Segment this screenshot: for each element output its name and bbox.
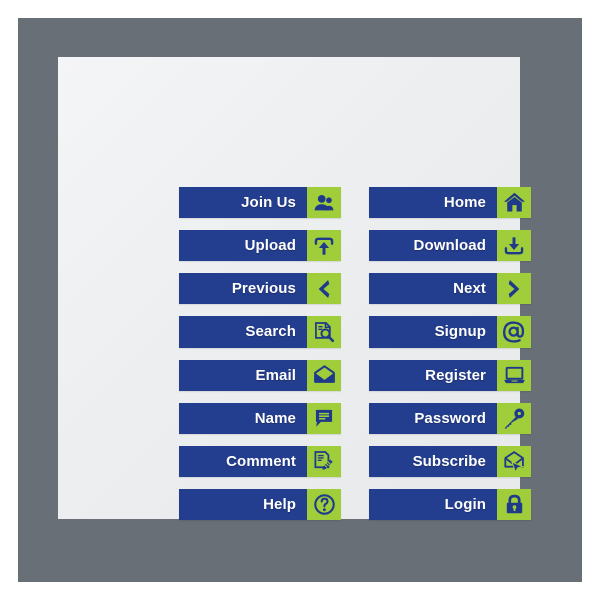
button-subscribe[interactable]: Subscribe [369,445,531,477]
download-arrow-icon [497,230,531,262]
button-label: Help [179,488,307,520]
button-search[interactable]: Search [179,316,341,348]
button-label: Email [179,359,307,391]
button-label: Password [369,402,497,434]
button-email[interactable]: Email [179,359,341,391]
button-signup[interactable]: Signup [369,316,531,348]
button-previous[interactable]: Previous [179,273,341,305]
chevron-left-icon [307,273,341,305]
right-button-column: Home Download Next Signup Register Passw… [369,187,531,520]
button-home[interactable]: Home [369,187,531,219]
upload-arrow-icon [307,230,341,262]
laptop-icon [497,359,531,391]
button-register[interactable]: Register [369,359,531,391]
button-join-us[interactable]: Join Us [179,187,341,219]
at-sign-icon [497,316,531,348]
key-icon [497,402,531,434]
button-label: Download [369,230,497,262]
screenshot-canvas: Join Us Upload Previous Search Email Nam… [0,0,600,600]
question-mark-circle-icon [307,488,341,520]
padlock-icon [497,488,531,520]
button-download[interactable]: Download [369,230,531,262]
chevron-right-icon [497,273,531,305]
button-login[interactable]: Login [369,488,531,520]
button-label: Signup [369,316,497,348]
envelope-icon [307,359,341,391]
button-label: Next [369,273,497,305]
button-label: Upload [179,230,307,262]
button-set-panel: Join Us Upload Previous Search Email Nam… [58,57,531,520]
document-magnifier-icon [307,316,341,348]
button-label: Search [179,316,307,348]
button-label: Home [369,187,497,219]
envelope-cursor-icon [497,445,531,477]
button-next[interactable]: Next [369,273,531,305]
button-label: Subscribe [369,445,497,477]
button-comment[interactable]: Comment [179,445,341,477]
button-name[interactable]: Name [179,402,341,434]
button-label: Previous [179,273,307,305]
button-label: Comment [179,445,307,477]
button-label: Join Us [179,187,307,219]
house-icon [497,187,531,219]
speech-bubble-icon [307,402,341,434]
document-pen-icon [307,445,341,477]
button-label: Name [179,402,307,434]
button-help[interactable]: Help [179,488,341,520]
button-columns: Join Us Upload Previous Search Email Nam… [179,187,531,520]
button-label: Login [369,488,497,520]
users-icon [307,187,341,219]
left-button-column: Join Us Upload Previous Search Email Nam… [179,187,341,520]
button-upload[interactable]: Upload [179,230,341,262]
button-password[interactable]: Password [369,402,531,434]
button-label: Register [369,359,497,391]
